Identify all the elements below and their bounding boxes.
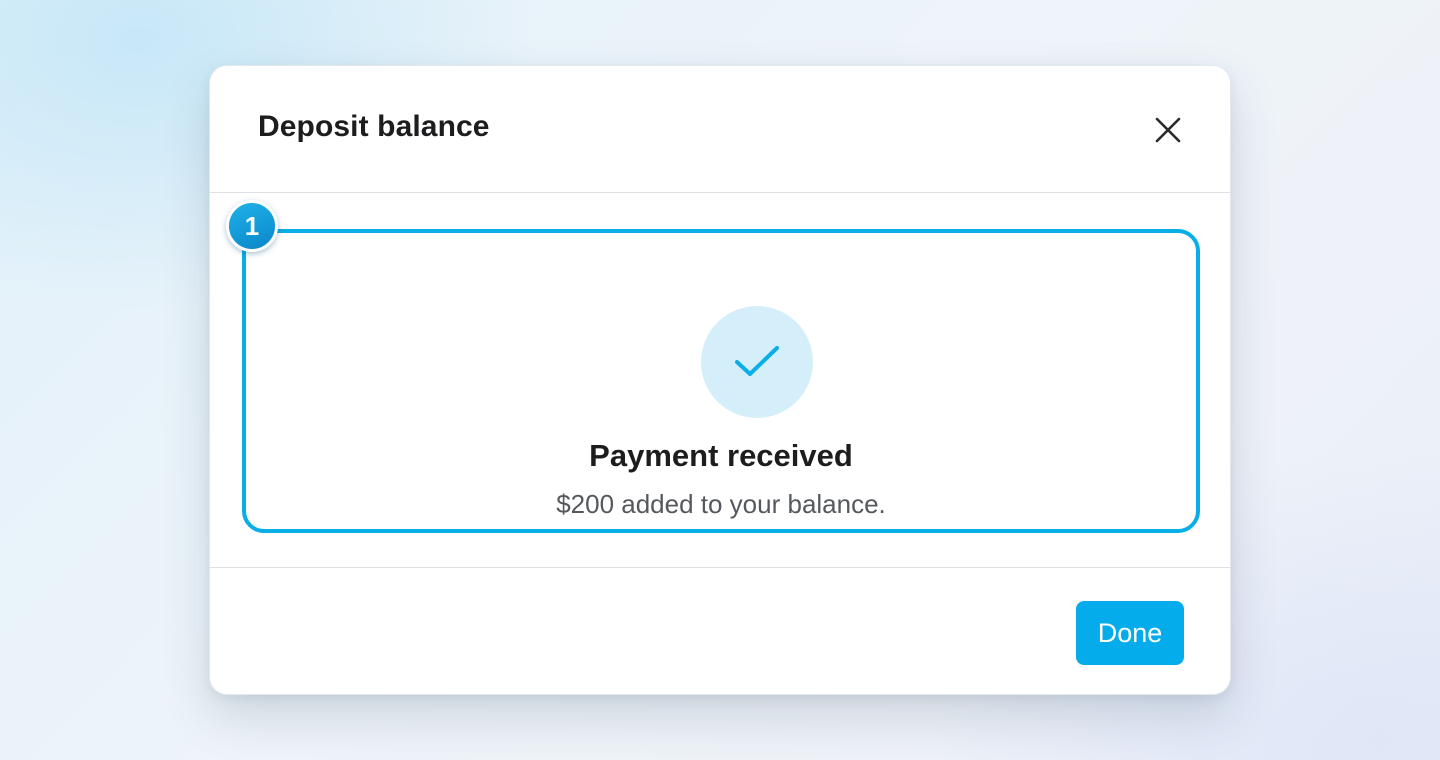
payment-success-card: Payment received $200 added to your bala… (242, 229, 1200, 533)
success-message: $200 added to your balance. (556, 489, 886, 519)
modal-body: Payment received $200 added to your bala… (210, 193, 1230, 567)
close-icon (1155, 117, 1181, 143)
success-title: Payment received (589, 438, 853, 473)
deposit-balance-modal: Deposit balance Payment received $200 ad… (209, 65, 1231, 695)
step-badge: 1 (226, 200, 278, 252)
check-icon (735, 346, 779, 376)
modal-footer: Done (210, 567, 1230, 696)
success-check-circle (701, 306, 813, 418)
close-button[interactable] (1150, 112, 1186, 148)
done-button[interactable]: Done (1076, 601, 1184, 665)
modal-title: Deposit balance (258, 110, 490, 143)
modal-header: Deposit balance (210, 66, 1230, 193)
